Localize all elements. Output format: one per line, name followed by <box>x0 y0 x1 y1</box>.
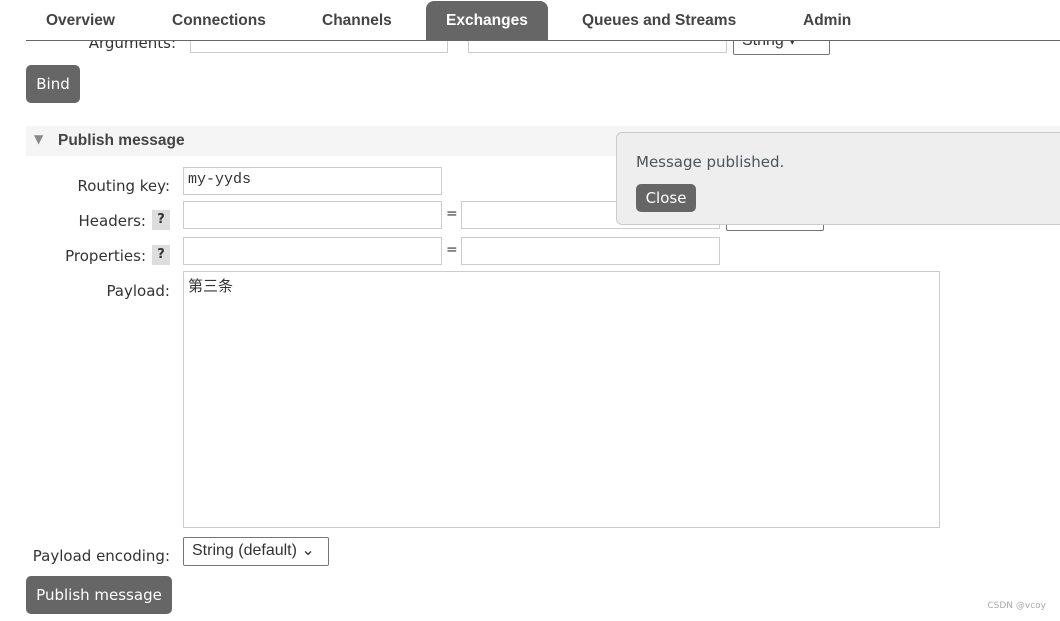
argument-key-input[interactable] <box>190 41 448 53</box>
nav-tabs: Overview Connections Channels Exchanges … <box>26 0 1060 41</box>
tab-overview[interactable]: Overview <box>26 1 135 40</box>
section-title: Publish message <box>58 132 185 149</box>
properties-label: Properties: <box>65 247 146 265</box>
payload-textarea[interactable]: 第三条 <box>183 271 940 528</box>
tab-admin[interactable]: Admin <box>783 1 871 40</box>
payload-encoding-label: Payload encoding: <box>32 547 170 565</box>
equals-sign: = <box>446 206 458 222</box>
message-published-popup: Message published. Close <box>616 132 1060 225</box>
bind-button[interactable]: Bind <box>26 65 80 103</box>
payload-label: Payload: <box>106 282 170 300</box>
popup-message: Message published. <box>636 153 785 171</box>
collapse-triangle-icon: ▼ <box>34 132 44 146</box>
payload-encoding-select[interactable]: String (default) ⌄ <box>183 537 329 566</box>
tab-channels[interactable]: Channels <box>302 1 412 40</box>
tab-connections[interactable]: Connections <box>152 1 286 40</box>
argument-value-input[interactable] <box>468 41 727 53</box>
headers-label: Headers: <box>78 212 147 230</box>
properties-help-icon[interactable]: ? <box>152 245 170 265</box>
routing-key-label: Routing key: <box>77 177 171 195</box>
arguments-row: Arguments: String ▾ <box>0 41 1060 55</box>
payload-encoding-value: String (default) <box>192 542 297 559</box>
property-value-input[interactable] <box>461 237 720 265</box>
property-key-input[interactable] <box>183 237 442 265</box>
publish-message-button[interactable]: Publish message <box>26 576 172 614</box>
equals-sign: = <box>446 242 458 258</box>
argument-type-select[interactable]: String ▾ <box>733 41 830 55</box>
tab-exchanges[interactable]: Exchanges <box>426 1 548 40</box>
tab-queues-and-streams[interactable]: Queues and Streams <box>562 1 756 40</box>
headers-help-icon[interactable]: ? <box>152 210 170 230</box>
header-key-input[interactable] <box>183 201 442 229</box>
close-button[interactable]: Close <box>636 184 696 212</box>
arguments-label: Arguments: <box>88 41 176 52</box>
argument-type-value: String <box>742 41 784 49</box>
watermark: CSDN @vcoy <box>987 601 1046 611</box>
routing-key-input[interactable]: my-yyds <box>183 167 442 195</box>
